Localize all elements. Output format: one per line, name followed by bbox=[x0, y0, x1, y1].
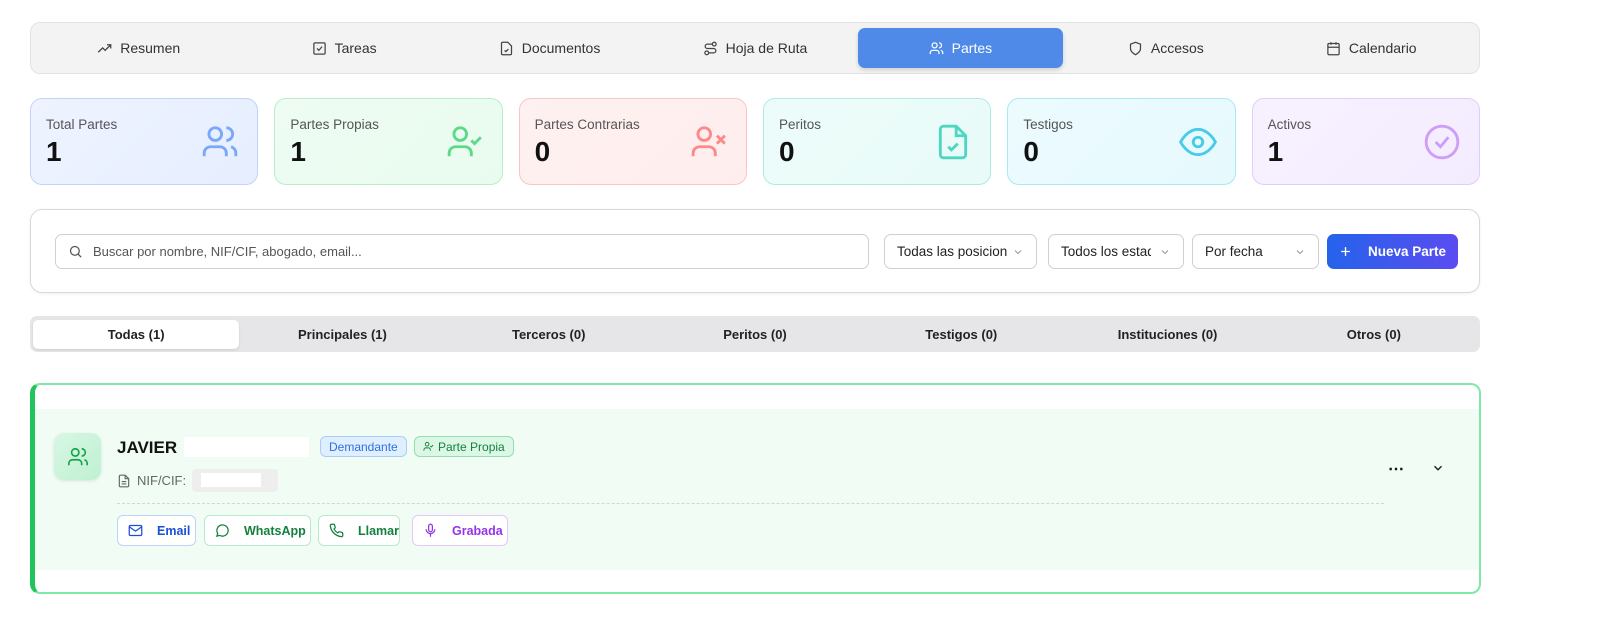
tab-label: Calendario bbox=[1348, 40, 1417, 56]
chevron-down-icon bbox=[1431, 461, 1445, 475]
tab-partes[interactable]: Partes bbox=[857, 28, 1064, 68]
sort-select[interactable]: Por fecha bbox=[1192, 234, 1319, 269]
users-icon bbox=[201, 123, 239, 161]
users-icon bbox=[929, 41, 944, 56]
tab-label: Partes bbox=[951, 40, 993, 56]
file-check-icon bbox=[934, 123, 972, 161]
user-check-icon bbox=[446, 123, 484, 161]
trending-up-icon bbox=[97, 41, 112, 56]
party-card-body: JAVIER Demandante Parte Propia NIF/CIF: … bbox=[35, 409, 1479, 570]
recorded-button[interactable]: Grabada bbox=[412, 515, 508, 546]
expand-button[interactable] bbox=[1431, 461, 1445, 475]
eye-icon bbox=[1178, 123, 1217, 161]
nif-label: NIF/CIF: bbox=[137, 473, 187, 488]
subtab-otros[interactable]: Otros (0) bbox=[1271, 320, 1477, 349]
type-badge: Parte Propia bbox=[414, 436, 514, 457]
circle-check-icon bbox=[1423, 123, 1461, 161]
users-icon bbox=[67, 446, 89, 468]
file-text-icon bbox=[117, 474, 131, 488]
tab-hoja-de-ruta[interactable]: Hoja de Ruta bbox=[652, 28, 857, 68]
calendar-icon bbox=[1326, 41, 1341, 56]
tab-accesos[interactable]: Accesos bbox=[1063, 28, 1268, 68]
message-circle-icon bbox=[215, 523, 230, 538]
subtab-todas[interactable]: Todas (1) bbox=[33, 319, 240, 349]
mic-icon bbox=[423, 523, 438, 538]
select-value: Todas las posiciones bbox=[897, 244, 1007, 259]
tab-label: Documentos bbox=[521, 40, 601, 56]
section-tabs: Resumen Tareas Documentos Hoja de Ruta P… bbox=[30, 22, 1480, 74]
tab-label: Hoja de Ruta bbox=[725, 40, 808, 56]
subtab-peritos[interactable]: Peritos (0) bbox=[652, 320, 858, 349]
chevron-down-icon bbox=[1012, 246, 1024, 258]
search-field[interactable] bbox=[55, 234, 869, 269]
tab-label: Tareas bbox=[334, 40, 377, 56]
nif-value-redacted bbox=[192, 469, 279, 492]
tab-label: Accesos bbox=[1150, 40, 1204, 56]
stat-total-partes: Total Partes 1 bbox=[30, 98, 259, 185]
subtab-testigos[interactable]: Testigos (0) bbox=[858, 320, 1064, 349]
user-check-icon bbox=[423, 441, 434, 452]
tab-tareas[interactable]: Tareas bbox=[241, 28, 446, 68]
button-label: Grabada bbox=[452, 523, 503, 538]
stat-peritos: Peritos 0 bbox=[762, 98, 992, 185]
nif-row: NIF/CIF: bbox=[117, 469, 279, 492]
phone-icon bbox=[329, 523, 344, 538]
shield-icon bbox=[1128, 41, 1143, 56]
tab-resumen[interactable]: Resumen bbox=[36, 28, 241, 68]
select-value: Por fecha bbox=[1205, 244, 1263, 259]
more-options-button[interactable]: ⋯ bbox=[1388, 459, 1405, 479]
select-value: Todos los estados bbox=[1061, 244, 1151, 259]
position-select[interactable]: Todas las posiciones bbox=[884, 234, 1037, 269]
user-x-icon bbox=[690, 123, 728, 161]
filter-panel: Todas las posiciones Todos los estados P… bbox=[30, 209, 1480, 293]
subtab-principales[interactable]: Principales (1) bbox=[239, 320, 445, 349]
route-icon bbox=[703, 41, 718, 56]
category-tabs: Todas (1) Principales (1) Terceros (0) P… bbox=[30, 316, 1480, 352]
subtab-terceros[interactable]: Terceros (0) bbox=[446, 320, 652, 349]
party-card[interactable]: JAVIER Demandante Parte Propia NIF/CIF: … bbox=[30, 383, 1481, 594]
button-label: Email bbox=[157, 523, 191, 538]
tab-calendario[interactable]: Calendario bbox=[1269, 28, 1474, 68]
role-badge: Demandante bbox=[320, 436, 407, 457]
whatsapp-button[interactable]: WhatsApp bbox=[204, 515, 311, 546]
plus-icon bbox=[1339, 245, 1352, 258]
call-button[interactable]: Llamar bbox=[318, 515, 400, 546]
file-check-icon bbox=[499, 41, 514, 56]
new-party-button[interactable]: Nueva Parte bbox=[1327, 234, 1458, 269]
badge-label: Parte Propia bbox=[438, 439, 505, 454]
stats-row: Total Partes 1 Partes Propias 1 Partes C… bbox=[30, 98, 1480, 185]
search-icon bbox=[68, 244, 83, 259]
stat-activos: Activos 1 bbox=[1251, 98, 1480, 185]
chevron-down-icon bbox=[1159, 246, 1171, 258]
stat-partes-propias: Partes Propias 1 bbox=[274, 98, 503, 185]
mail-icon bbox=[128, 523, 143, 538]
divider bbox=[117, 503, 1384, 504]
tab-label: Resumen bbox=[120, 40, 181, 56]
redacted-surname bbox=[184, 437, 309, 457]
status-select[interactable]: Todos los estados bbox=[1048, 234, 1184, 269]
party-name: JAVIER bbox=[117, 438, 178, 457]
chevron-down-icon bbox=[1294, 246, 1306, 258]
email-button[interactable]: Email bbox=[117, 515, 196, 546]
stat-partes-contrarias: Partes Contrarias 0 bbox=[518, 98, 747, 185]
button-label: Nueva Parte bbox=[1367, 244, 1447, 259]
badge-label: Demandante bbox=[329, 439, 398, 454]
stat-testigos: Testigos 0 bbox=[1007, 98, 1236, 185]
tab-documentos[interactable]: Documentos bbox=[447, 28, 652, 68]
subtab-instituciones[interactable]: Instituciones (0) bbox=[1064, 320, 1270, 349]
button-label: Llamar bbox=[358, 523, 399, 538]
button-label: WhatsApp bbox=[244, 523, 306, 538]
checkbox-icon bbox=[312, 41, 327, 56]
avatar bbox=[54, 433, 101, 480]
search-input[interactable] bbox=[93, 244, 793, 259]
